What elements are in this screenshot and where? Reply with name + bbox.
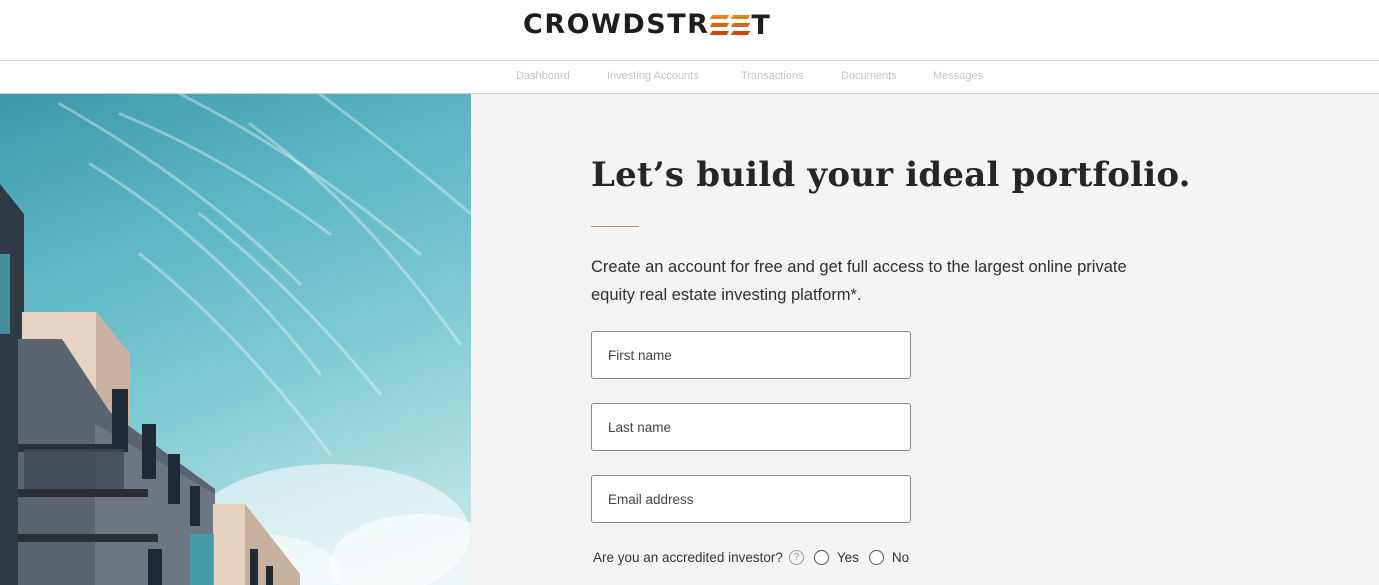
page-title: Let’s build your ideal portfolio. bbox=[591, 155, 1191, 195]
logo-stripes-icon bbox=[731, 15, 751, 35]
logo-stripes-icon bbox=[710, 15, 730, 35]
accredited-yes-radio[interactable] bbox=[813, 549, 829, 565]
intro-text: Create an account for free and get full … bbox=[591, 258, 1127, 304]
nav-messages[interactable]: Messages bbox=[933, 70, 983, 82]
building-illustration bbox=[0, 94, 471, 585]
nav-transactions[interactable]: Transactions bbox=[741, 70, 804, 82]
accredited-investor-question: Are you an accredited investor? ? Yes No bbox=[593, 548, 909, 566]
help-icon[interactable]: ? bbox=[788, 549, 804, 565]
last-name-input[interactable] bbox=[591, 403, 911, 451]
email-input[interactable] bbox=[591, 475, 911, 523]
site-header: CROWDSTR T bbox=[0, 0, 1379, 61]
nav-documents[interactable]: Documents bbox=[841, 70, 897, 82]
logo-wordmark-end: T bbox=[751, 9, 772, 41]
logo-wordmark: CROWDSTR bbox=[523, 9, 710, 40]
title-divider bbox=[591, 226, 639, 227]
accredited-question-label: Are you an accredited investor? bbox=[593, 549, 783, 565]
accredited-no-radio[interactable] bbox=[868, 549, 884, 565]
nav-investing-accounts[interactable]: Investing Accounts bbox=[607, 70, 699, 82]
first-name-input[interactable] bbox=[591, 331, 911, 379]
crowdstreet-logo[interactable]: CROWDSTR T bbox=[523, 9, 771, 41]
accredited-yes-label[interactable]: Yes bbox=[837, 550, 859, 565]
accredited-no-label[interactable]: No bbox=[892, 550, 909, 565]
nav-dashboard[interactable]: Dashboard bbox=[516, 70, 570, 82]
main-nav: Dashboard Investing Accounts Transaction… bbox=[0, 61, 1379, 94]
hero-image bbox=[0, 94, 471, 585]
